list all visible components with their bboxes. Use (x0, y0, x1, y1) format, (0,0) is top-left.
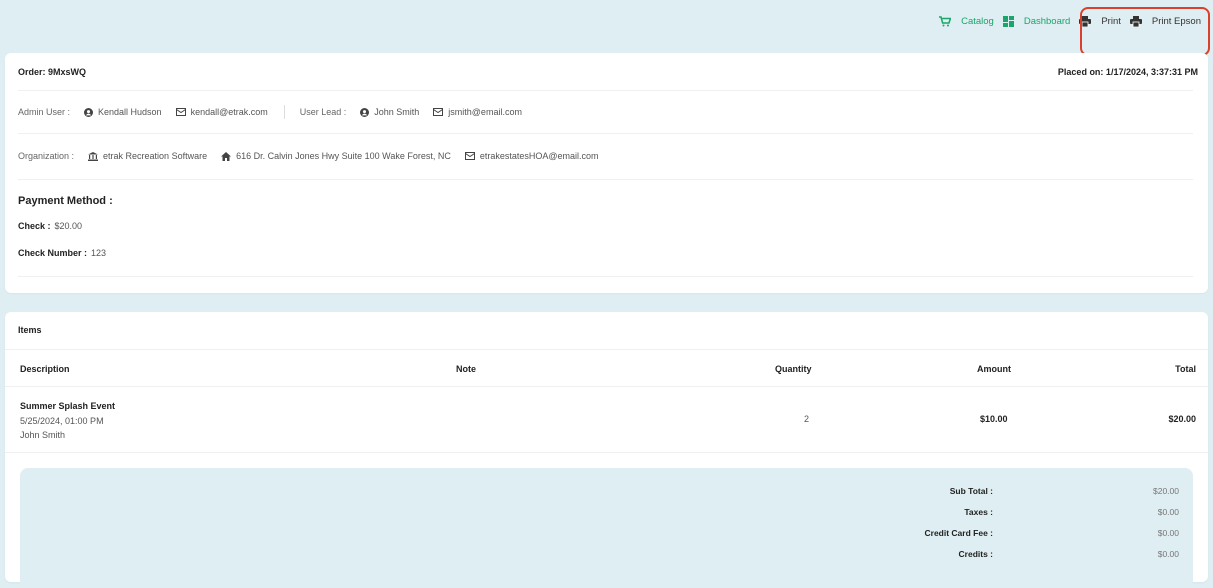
credits-value: $0.00 (1157, 549, 1179, 559)
item-total: $20.00 (1168, 414, 1196, 424)
home-icon (221, 151, 232, 161)
item-date: 5/25/2024, 01:00 PM (20, 416, 104, 426)
user-circle-icon (360, 107, 370, 117)
credit-card-fee-label: Credit Card Fee : (924, 528, 994, 538)
item-name: Summer Splash Event (20, 401, 116, 411)
admin-user-email[interactable]: kendall@etrak.com (191, 107, 268, 117)
col-note: Note (456, 364, 476, 374)
items-title: Items (18, 325, 42, 335)
taxes-value: $0.00 (1157, 507, 1179, 517)
order-details-card: Order: 9MxsWQ Placed on: 1/17/2024, 3:37… (5, 53, 1208, 293)
top-bar: Catalog Dashboard Print Print Epson (0, 0, 1213, 56)
divider (5, 386, 1208, 387)
mail-icon (464, 152, 475, 160)
col-quantity: Quantity (775, 364, 812, 374)
catalog-label: Catalog (961, 16, 994, 27)
item-amount: $10.00 (980, 414, 1008, 424)
admin-user-name: Kendall Hudson (98, 107, 162, 117)
admin-user-label: Admin User : (18, 107, 71, 117)
check-number-label: Check Number : (18, 248, 88, 258)
credits-label: Credits : (958, 549, 993, 559)
placed-on: Placed on: 1/17/2024, 3:37:31 PM (1057, 67, 1198, 77)
col-amount: Amount (977, 364, 1011, 374)
divider (18, 90, 1193, 91)
catalog-link[interactable]: Catalog (939, 16, 994, 27)
divider (5, 349, 1208, 350)
mail-icon (433, 108, 444, 116)
credit-card-fee-value: $0.00 (1157, 528, 1179, 538)
user-circle-icon (84, 107, 94, 117)
print-highlight-outline (1080, 7, 1210, 56)
cart-icon (939, 16, 952, 27)
subtotal-label: Sub Total : (949, 486, 993, 496)
bank-icon (88, 151, 99, 161)
col-description: Description (20, 364, 70, 374)
payment-method-title: Payment Method : (18, 195, 113, 207)
taxes-label: Taxes : (964, 507, 993, 517)
item-quantity: 2 (804, 414, 810, 424)
items-card: Items Description Note Quantity Amount T… (5, 312, 1208, 588)
user-lead-email[interactable]: jsmith@email.com (448, 107, 522, 117)
organization-email[interactable]: etrakestatesHOA@email.com (480, 151, 599, 161)
order-summary: Sub Total : $20.00 Taxes : $0.00 Credit … (20, 468, 1193, 588)
divider (283, 105, 285, 119)
col-total: Total (1175, 364, 1196, 374)
divider (18, 179, 1193, 180)
check-value: $20.00 (54, 221, 83, 231)
subtotal-value: $20.00 (1153, 486, 1179, 496)
divider (5, 452, 1208, 453)
item-person: John Smith (20, 430, 66, 440)
organization-name: etrak Recreation Software (103, 151, 208, 161)
user-lead-label: User Lead : (299, 107, 347, 117)
check-number-value: 123 (91, 248, 107, 258)
user-lead-name: John Smith (374, 107, 420, 117)
organization-label: Organization : (18, 151, 75, 161)
dashboard-icon (1002, 16, 1014, 27)
divider (18, 276, 1193, 277)
divider (18, 133, 1193, 134)
dashboard-link[interactable]: Dashboard (1002, 16, 1071, 27)
dashboard-label: Dashboard (1023, 16, 1071, 27)
mail-icon (175, 108, 186, 116)
organization-address: 616 Dr. Calvin Jones Hwy Suite 100 Wake … (236, 151, 451, 161)
order-id: Order: 9MxsWQ (18, 67, 87, 77)
check-label: Check : (18, 221, 51, 231)
